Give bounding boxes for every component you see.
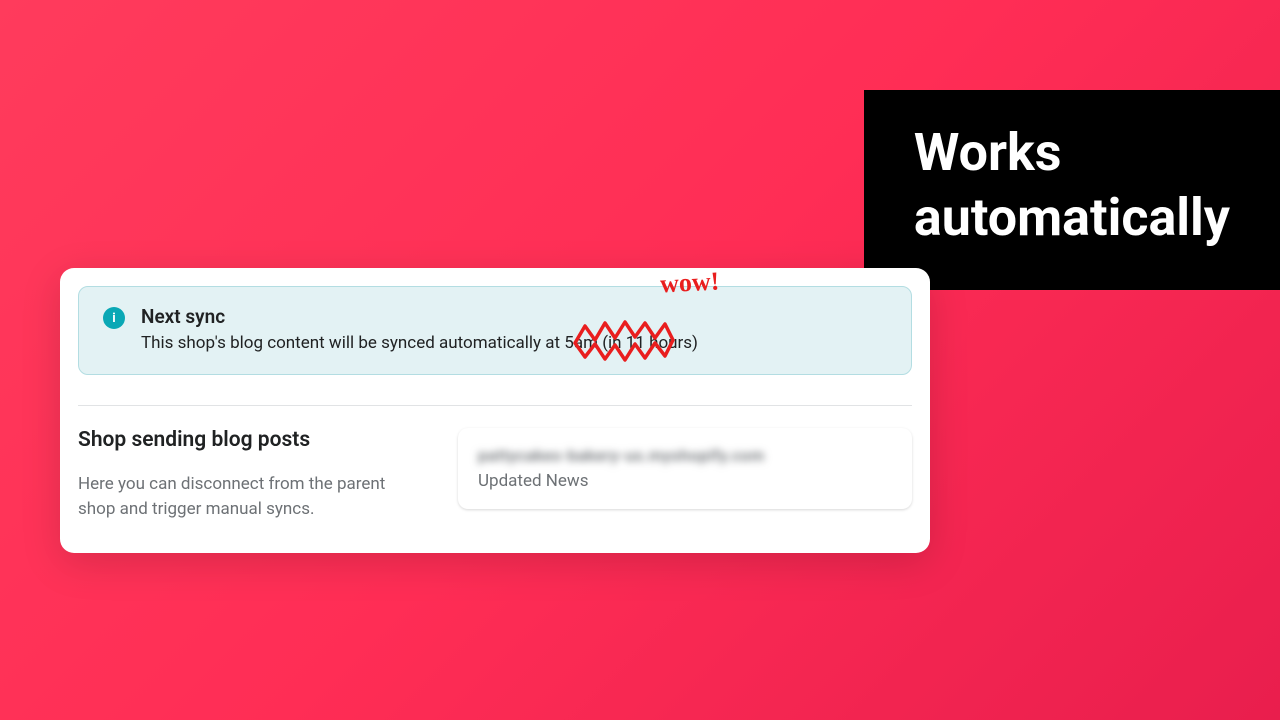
section-desc: Here you can disconnect from the parent … bbox=[78, 472, 418, 523]
section-description: Shop sending blog posts Here you can dis… bbox=[78, 428, 418, 523]
lower-section: Shop sending blog posts Here you can dis… bbox=[60, 428, 930, 523]
next-sync-banner: i Next sync This shop's blog content wil… bbox=[78, 286, 912, 375]
shop-list: pattycakes-bakery-us.myshopify.com Updat… bbox=[458, 428, 912, 523]
shop-label: Updated News bbox=[478, 471, 892, 491]
section-title: Shop sending blog posts bbox=[78, 428, 418, 452]
banner-text: This shop's blog content will be synced … bbox=[141, 332, 698, 356]
headline-text: Works automatically bbox=[914, 120, 1230, 250]
settings-card: i Next sync This shop's blog content wil… bbox=[60, 268, 930, 553]
info-icon: i bbox=[103, 307, 125, 329]
banner-title: Next sync bbox=[141, 305, 698, 328]
banner-content: Next sync This shop's blog content will … bbox=[141, 305, 698, 356]
headline-box: Works automatically bbox=[864, 90, 1280, 290]
shop-card[interactable]: pattycakes-bakery-us.myshopify.com Updat… bbox=[458, 428, 912, 509]
divider bbox=[78, 405, 912, 406]
shop-url: pattycakes-bakery-us.myshopify.com bbox=[478, 446, 892, 465]
